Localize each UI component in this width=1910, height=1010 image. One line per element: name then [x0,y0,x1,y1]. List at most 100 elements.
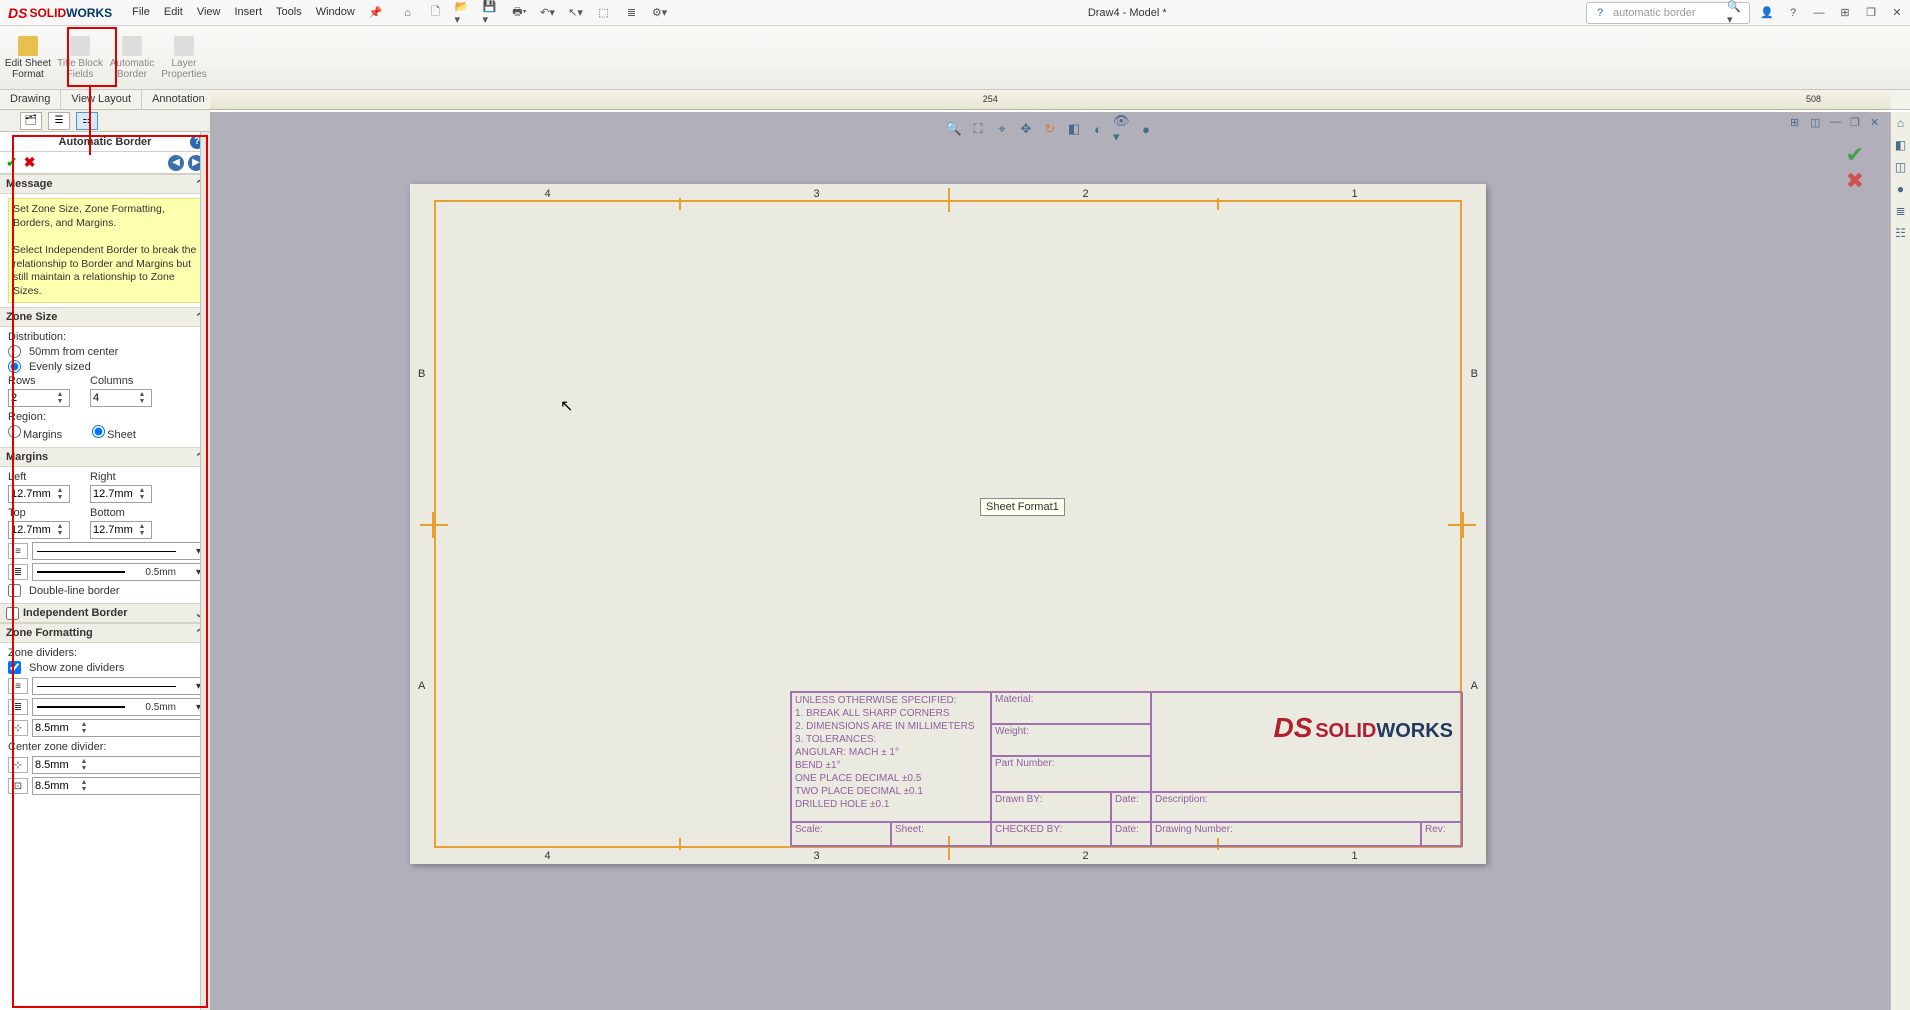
rows-input[interactable] [9,392,53,404]
viewport-new-icon[interactable]: ⊞ [1790,116,1806,130]
region-label: Region: [8,411,202,423]
restore-icon[interactable]: ❐ [1862,4,1880,22]
ribbon-layer-properties[interactable]: Layer Properties [158,26,210,89]
section-message-header[interactable]: Message [6,178,52,190]
menu-pin-icon[interactable]: 📌 [369,6,383,19]
section-zone-formatting-header[interactable]: Zone Formatting [6,627,93,639]
open-icon[interactable]: 📂▾ [455,4,473,22]
save-icon[interactable]: 💾▾ [483,4,501,22]
radio-margins[interactable] [8,425,21,438]
print-icon[interactable]: 🖶▾ [511,4,529,22]
hide-show-icon[interactable]: 👁▾ [1113,120,1131,138]
rebuild-icon[interactable]: ⬚ [595,4,613,22]
taskpane-appearance-icon[interactable]: ● [1893,182,1909,198]
app-logo: DS SOLID WORKS [8,5,112,21]
center-divider-icon: ⊹ [8,757,28,773]
distribution-label: Distribution: [8,331,202,343]
line-style-icon: ≡ [8,543,28,559]
taskpane-design-icon[interactable]: ◧ [1893,138,1909,154]
home-icon[interactable]: ⌂ [399,4,417,22]
menu-tools[interactable]: Tools [276,6,302,19]
tab-annotation[interactable]: Annotation [142,90,216,109]
ribbon-edit-sheet-format[interactable]: Edit Sheet Format [2,26,54,89]
nav-prev-icon[interactable]: ◀ [168,155,184,171]
taskpane-resources-icon[interactable]: ⌂ [1893,116,1909,132]
viewport-min-icon[interactable]: — [1830,116,1846,130]
margin-top-input[interactable] [9,524,53,536]
confirm-corner-ok-icon[interactable]: ✔ [1846,142,1864,168]
search-icon[interactable]: 🔍▾ [1727,4,1745,22]
menu-insert[interactable]: Insert [234,6,262,19]
drawing-sheet[interactable]: 4 3 2 1 4 3 2 1 B A B A UNLESS OTHERWISE… [410,184,1486,864]
section-margins-header[interactable]: Margins [6,451,48,463]
confirm-corner-cancel-icon[interactable]: ✖ [1846,168,1864,194]
settings-gear-icon[interactable]: ⚙▾ [651,4,669,22]
panel-scrollbar[interactable] [200,132,210,1010]
taskpane-forum-icon[interactable]: ☷ [1893,226,1909,242]
rotate-icon[interactable]: ↻ [1041,120,1059,138]
message-box: Set Zone Size, Zone Formatting, Borders,… [8,198,202,303]
pane-tab-property-icon[interactable]: ☰ [48,112,70,130]
section-icon[interactable]: ◧ [1065,120,1083,138]
help-search[interactable]: ? 🔍▾ [1586,2,1750,24]
section-zone-size-header[interactable]: Zone Size [6,311,57,323]
select-icon[interactable]: ↖▾ [567,4,585,22]
margin-bottom-input[interactable] [91,524,135,536]
appearance-icon[interactable]: ● [1137,120,1155,138]
margin-left-input[interactable] [9,488,53,500]
tab-drawing[interactable]: Drawing [0,90,61,109]
border-line-style-select[interactable]: ▾ [32,542,202,560]
new-icon[interactable]: 🗋 [427,4,445,22]
minimize-icon[interactable]: — [1810,4,1828,22]
cols-input[interactable] [91,392,135,404]
ok-icon[interactable]: ✔ [6,154,18,171]
divider-thickness-select[interactable]: 0.5mm▾ [32,698,202,716]
viewport-link-icon[interactable]: ◫ [1810,116,1826,130]
options-list-icon[interactable]: ≣ [623,4,641,22]
help-balloon-icon[interactable]: ? [1784,4,1802,22]
zoom-selection-icon[interactable]: ⌖ [993,120,1011,138]
divider-length-input[interactable] [33,722,77,734]
search-input[interactable] [1613,7,1723,19]
double-line-checkbox[interactable] [8,584,21,597]
zoom-fit-icon[interactable]: 🔍 [945,120,963,138]
pane-tab-config-icon[interactable]: ⚏ [76,112,98,130]
menu-window[interactable]: Window [316,6,355,19]
logo-ds-icon: DS [8,5,27,21]
show-dividers-checkbox[interactable] [8,661,21,674]
sheet-format-tooltip: Sheet Format1 [980,498,1065,516]
viewport-close-icon[interactable]: ✕ [1870,116,1886,130]
radio-evenly[interactable] [8,360,21,373]
radio-sheet[interactable] [92,425,105,438]
zoom-area-icon[interactable]: ⛶ [969,120,987,138]
pane-tab-feature-tree-icon[interactable]: 🗂 [20,112,42,130]
menu-file[interactable]: File [132,6,150,19]
title-block: UNLESS OTHERWISE SPECIFIED: 1. BREAK ALL… [790,691,1462,846]
cancel-icon[interactable]: ✖ [24,154,36,171]
tile-icon[interactable]: ⊞ [1836,4,1854,22]
cursor-icon: ↖ [560,396,573,416]
menu-edit[interactable]: Edit [164,6,183,19]
section-independent-header[interactable]: Independent Border [23,607,128,619]
tab-view-layout[interactable]: View Layout [61,90,142,109]
divider-line-style-select[interactable]: ▾ [32,677,202,695]
margin-right-input[interactable] [91,488,135,500]
viewport-max-icon[interactable]: ❐ [1850,116,1866,130]
close-icon[interactable]: ✕ [1888,4,1906,22]
menu-view[interactable]: View [197,6,221,19]
taskpane-view-icon[interactable]: ◫ [1893,160,1909,176]
zone-dividers-label: Zone dividers: [8,647,202,659]
independent-border-checkbox[interactable] [6,607,19,620]
center-divider-label: Center zone divider: [8,741,202,753]
undo-icon[interactable]: ↶▾ [539,4,557,22]
center-divider-input[interactable] [33,759,77,771]
radio-50mm[interactable] [8,345,21,358]
help-icon: ? [1591,4,1609,22]
border-thickness-select[interactable]: 0.5mm▾ [32,563,202,581]
center-divider-ext-input[interactable] [33,780,77,792]
taskpane-custom-icon[interactable]: ≣ [1893,204,1909,220]
pan-icon[interactable]: ✥ [1017,120,1035,138]
line-thickness-icon: ≣ [8,564,28,580]
display-style-icon[interactable]: ◐ [1089,120,1107,138]
user-icon[interactable]: 👤 [1758,4,1776,22]
